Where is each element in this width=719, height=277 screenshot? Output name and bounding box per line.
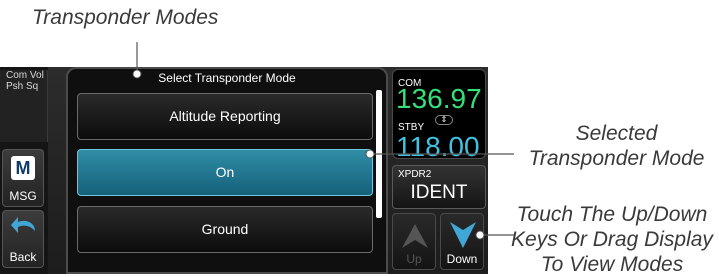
leader-dot-touch bbox=[475, 230, 485, 240]
callout-leader-lines bbox=[132, 42, 514, 240]
leader-dot-title bbox=[132, 69, 142, 79]
leader-dot-selected bbox=[365, 149, 375, 159]
